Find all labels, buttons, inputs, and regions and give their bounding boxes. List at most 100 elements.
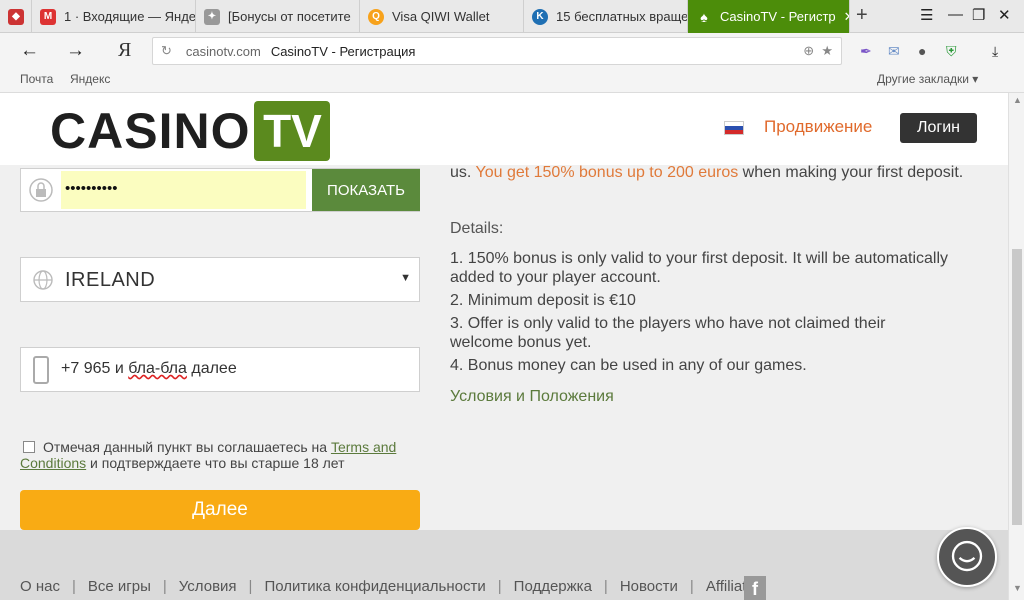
tab-kf[interactable]: K 15 бесплатных враще — [524, 0, 688, 33]
login-button[interactable]: Логин — [900, 113, 977, 143]
mail-extension-icon[interactable]: ✉ — [888, 43, 900, 60]
tab-label: Visa QIWI Wallet — [392, 9, 490, 24]
site-icon: ◆ — [8, 8, 24, 25]
next-button[interactable]: Далее — [20, 490, 420, 530]
list-item: 3. Offer is only valid to the players wh… — [450, 315, 886, 351]
page-scrollbar[interactable]: ▲ ▼ — [1008, 93, 1024, 600]
address-toolbar: ← → Я ↻ casinotv.com CasinoTV - Регистра… — [0, 33, 1024, 69]
divider: | — [497, 578, 502, 595]
phone-prefix: +7 965 и — [61, 360, 129, 377]
phone-input[interactable]: +7 965 и бла-бла далее — [61, 360, 237, 378]
divider: | — [248, 578, 253, 595]
forum-icon: ✦ — [204, 8, 220, 25]
tab-forum[interactable]: ✦ [Бонусы от посетите — [196, 0, 360, 33]
scroll-down-icon[interactable]: ▼ — [1013, 583, 1022, 593]
logo-casino-text: CASINO — [50, 103, 251, 159]
footer-link[interactable]: Все игры — [88, 578, 151, 595]
offer-highlight: You get 150% bonus up to 200 euros — [475, 164, 739, 181]
casinotv-logo[interactable]: CASINO TV — [50, 101, 331, 161]
tab-label: 1 · Входящие — Янде — [64, 9, 196, 24]
tab-label: CasinoTV - Регистр — [720, 9, 836, 24]
tab-label: 15 бесплатных враще — [556, 9, 688, 24]
agree-text-post: и подтверждаете что вы старше 18 лет — [86, 455, 345, 471]
divider: | — [689, 578, 694, 595]
footer-link[interactable]: Новости — [620, 578, 678, 595]
other-bookmarks-label: Другие закладки — [877, 72, 969, 86]
footer-links: О нас | Все игры | Условия | Политика конфи… — [20, 578, 762, 595]
shield-icon[interactable]: ⛨ — [946, 43, 957, 60]
globe-icon — [33, 270, 53, 290]
new-tab-button[interactable]: + — [856, 4, 868, 27]
chevron-down-icon: ▼ — [400, 272, 411, 284]
phone-misspelled: бла-бла — [128, 360, 187, 377]
reload-icon[interactable]: ↻ — [161, 43, 172, 59]
menu-icon[interactable]: ☰ — [920, 6, 933, 24]
bookmark-item[interactable]: Яндекс — [70, 72, 110, 86]
divider: | — [603, 578, 608, 595]
promo-link[interactable]: Продвижение — [764, 117, 872, 137]
minimize-icon[interactable]: — — [948, 6, 963, 23]
terms-agreement: Отмечая данный пункт вы соглашаетесь на … — [20, 439, 420, 471]
list-item: 4. Bonus money can be used in any of our… — [450, 357, 807, 374]
russia-flag-icon[interactable] — [724, 121, 744, 135]
address-bar[interactable]: ↻ casinotv.com CasinoTV - Регистрация ⊕ … — [152, 37, 842, 65]
browser-tab-strip: ◆ M 1 · Входящие — Янде ✦ [Бонусы от пос… — [0, 0, 1024, 33]
yandex-button[interactable]: Я — [118, 39, 131, 62]
tab-label: [Бонусы от посетите — [228, 9, 351, 24]
close-icon[interactable]: ✕ — [844, 9, 849, 25]
phone-field-group: +7 965 и бла-бла далее — [20, 347, 420, 392]
site-header: CASINO TV Продвижение Логин — [0, 93, 1008, 165]
offer-intro-end: when making your first deposit. — [738, 164, 964, 181]
offer-intro-start: us. — [450, 164, 476, 181]
footer-link[interactable]: Условия — [179, 578, 237, 595]
terms-conditions-link[interactable]: Условия и Положения — [450, 388, 614, 406]
details-heading: Details: — [450, 220, 504, 237]
window-close-icon[interactable]: ✕ — [998, 6, 1011, 24]
lock-icon — [29, 178, 53, 202]
offer-intro: us. You get 150% bonus up to 200 euros w… — [450, 163, 990, 186]
restore-icon[interactable]: ❐ — [972, 6, 985, 24]
show-password-button[interactable]: ПОКАЗАТЬ — [312, 169, 420, 211]
translate-icon[interactable]: ⊕ ★ — [803, 43, 833, 59]
facebook-icon[interactable]: f — [744, 576, 766, 600]
address-page-title: CasinoTV - Регистрация — [270, 43, 416, 59]
tab-mail[interactable]: M 1 · Входящие — Янде — [32, 0, 196, 33]
kf-icon: K — [532, 8, 548, 25]
logo-tv-text: TV — [254, 101, 331, 161]
bookmarks-bar: Почта Яндекс Другие закладки ▾ — [0, 69, 1024, 93]
country-value: IRELAND — [65, 269, 156, 291]
country-select[interactable]: IRELAND ▼ — [20, 257, 420, 302]
phone-suffix: далее — [186, 360, 237, 377]
feather-icon[interactable]: ✒ — [860, 43, 872, 60]
password-field-group: •••••••••• ПОКАЗАТЬ — [20, 168, 420, 212]
tab-qiwi[interactable]: Q Visa QIWI Wallet — [360, 0, 524, 33]
phone-icon — [33, 356, 49, 384]
casino-icon: ♠ — [700, 8, 708, 25]
password-input[interactable]: •••••••••• — [61, 171, 306, 209]
list-item: 2. Minimum deposit is €10 — [450, 292, 636, 309]
scroll-up-icon[interactable]: ▲ — [1013, 95, 1022, 105]
agree-checkbox[interactable] — [23, 441, 35, 453]
mail-icon: M — [40, 8, 56, 25]
chat-bubble-icon[interactable] — [937, 527, 997, 587]
divider: | — [71, 578, 76, 595]
agree-text: Отмечая данный пункт вы соглашаетесь на — [43, 439, 331, 455]
footer-link[interactable]: Поддержка — [514, 578, 592, 595]
footer-link[interactable]: Политика конфиденциальности — [264, 578, 485, 595]
address-domain: casinotv.com — [185, 43, 261, 59]
bulb-icon[interactable]: ● — [918, 43, 926, 59]
other-bookmarks[interactable]: Другие закладки ▾ — [877, 72, 978, 86]
footer-link[interactable]: О нас — [20, 578, 60, 595]
tab-pinned[interactable]: ◆ — [0, 0, 32, 33]
scroll-thumb[interactable] — [1012, 249, 1022, 525]
download-icon[interactable]: ⤓ — [992, 43, 998, 60]
forward-icon[interactable]: → — [66, 40, 85, 62]
offer-terms-list: 1. 150% bonus is only valid to your firs… — [450, 249, 950, 379]
bookmark-item[interactable]: Почта — [20, 72, 53, 86]
back-icon[interactable]: ← — [20, 40, 39, 62]
divider: | — [162, 578, 167, 595]
tab-casinotv[interactable]: ♠ CasinoTV - Регистр ✕ — [688, 0, 850, 33]
page-content: CASINO TV Продвижение Логин •••••••••• П… — [0, 93, 1008, 600]
list-item: 1. 150% bonus is only valid to your firs… — [450, 250, 949, 286]
qiwi-icon: Q — [368, 8, 384, 25]
